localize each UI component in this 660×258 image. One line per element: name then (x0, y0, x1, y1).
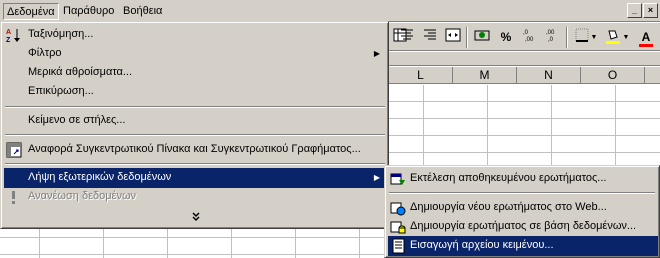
menu-item-text-to-columns[interactable]: Κείμενο σε στήλες... (4, 111, 386, 131)
borders-icon (575, 28, 589, 42)
submenu-item-import-text-file[interactable]: Εισαγωγή αρχείου κειμένου... (388, 236, 658, 256)
toolbar-separator (466, 27, 468, 48)
submenu-item-new-web-query[interactable]: Δημιουργία νέου ερωτήματος στο Web... (388, 198, 658, 218)
svg-text:Z: Z (6, 37, 11, 43)
svg-text:,0: ,0 (523, 30, 529, 36)
minimize-window-button[interactable]: _ (627, 3, 642, 18)
decrease-decimal-button[interactable]: ,00,0 (543, 28, 563, 48)
currency-button[interactable] (472, 28, 492, 48)
fill-color-icon (606, 30, 620, 44)
data-menu: AZ Ταξινόμηση... Φίλτρο ▶ Μερικά αθροίσμ… (0, 21, 389, 229)
align-right-button[interactable] (420, 28, 440, 48)
import-text-icon (390, 238, 406, 254)
increase-decimal-icon: ,0,00 (523, 30, 534, 43)
get-external-data-submenu: Εκτέλεση αποθηκευμένου ερωτήματος... Δημ… (384, 165, 660, 258)
expand-menu-chevron-icon[interactable] (189, 212, 203, 226)
run-query-icon (390, 171, 406, 187)
merge-center-button[interactable] (443, 28, 463, 48)
increase-decimal-button[interactable]: ,0,00 (520, 28, 540, 48)
submenu-arrow-icon: ▶ (373, 49, 380, 58)
close-window-button[interactable]: × (643, 3, 658, 18)
menu-window[interactable]: Παράθυρο (60, 3, 117, 20)
menu-separator (5, 106, 385, 108)
column-header-n[interactable]: N (517, 67, 581, 84)
menubar: Δεδομένα Παράθυρο Βοήθεια _ × (0, 0, 660, 22)
fill-color-button[interactable] (603, 28, 623, 48)
column-header-m[interactable]: M (453, 67, 517, 84)
menu-separator (5, 134, 385, 136)
svg-text:,00: ,00 (525, 37, 534, 42)
menu-separator (389, 192, 655, 194)
pivot-table-icon (6, 142, 22, 158)
toolbar-separator (566, 27, 568, 48)
menu-help[interactable]: Βοήθεια (120, 3, 165, 20)
database-query-icon (390, 219, 406, 235)
menu-separator (5, 163, 385, 165)
column-header-l[interactable]: L (389, 67, 453, 84)
submenu-item-new-database-query[interactable]: Δημιουργία ερωτήματος σε βάση δεδομένων.… (388, 217, 658, 237)
column-header-o[interactable]: O (581, 67, 645, 84)
menu-item-subtotals[interactable]: Μερικά αθροίσματα... (4, 63, 386, 83)
font-color-button[interactable]: A (636, 28, 656, 48)
web-query-icon (390, 200, 406, 216)
align-center-button[interactable] (397, 28, 417, 48)
font-color-icon: A (641, 30, 651, 44)
svg-text:,00: ,00 (546, 30, 555, 36)
borders-button[interactable] (572, 28, 592, 48)
align-center-icon (401, 29, 413, 40)
menu-item-filter[interactable]: Φίλτρο ▶ (4, 44, 386, 64)
sort-az-icon: AZ (6, 27, 22, 44)
submenu-item-run-saved-query[interactable]: Εκτέλεση αποθηκευμένου ερωτήματος... (388, 169, 658, 189)
menu-data[interactable]: Δεδομένα (3, 3, 59, 20)
menu-item-refresh-data[interactable]: Ανανέωση δεδομένων (4, 187, 386, 207)
fill-color-dropdown-arrow[interactable]: ▼ (622, 28, 630, 48)
svg-text:,0: ,0 (548, 37, 554, 42)
currency-icon (474, 30, 490, 41)
refresh-icon (6, 189, 22, 205)
decrease-decimal-icon: ,00,0 (546, 30, 555, 43)
merge-center-icon (445, 28, 461, 42)
submenu-arrow-icon: ▶ (373, 173, 380, 182)
svg-text:A: A (6, 29, 11, 36)
menu-item-pivot-table[interactable]: Αναφορά Συγκεντρωτικού Πίνακα και Συγκεν… (4, 140, 386, 160)
align-right-icon (424, 29, 436, 40)
percent-style-button[interactable]: % (496, 28, 516, 48)
borders-dropdown-arrow[interactable]: ▼ (590, 28, 598, 48)
menu-item-get-external-data[interactable]: Λήψη εξωτερικών δεδομένων ▶ (4, 168, 386, 188)
menu-item-validation[interactable]: Επικύρωση... (4, 82, 386, 102)
menu-item-sort[interactable]: AZ Ταξινόμηση... (4, 25, 386, 45)
